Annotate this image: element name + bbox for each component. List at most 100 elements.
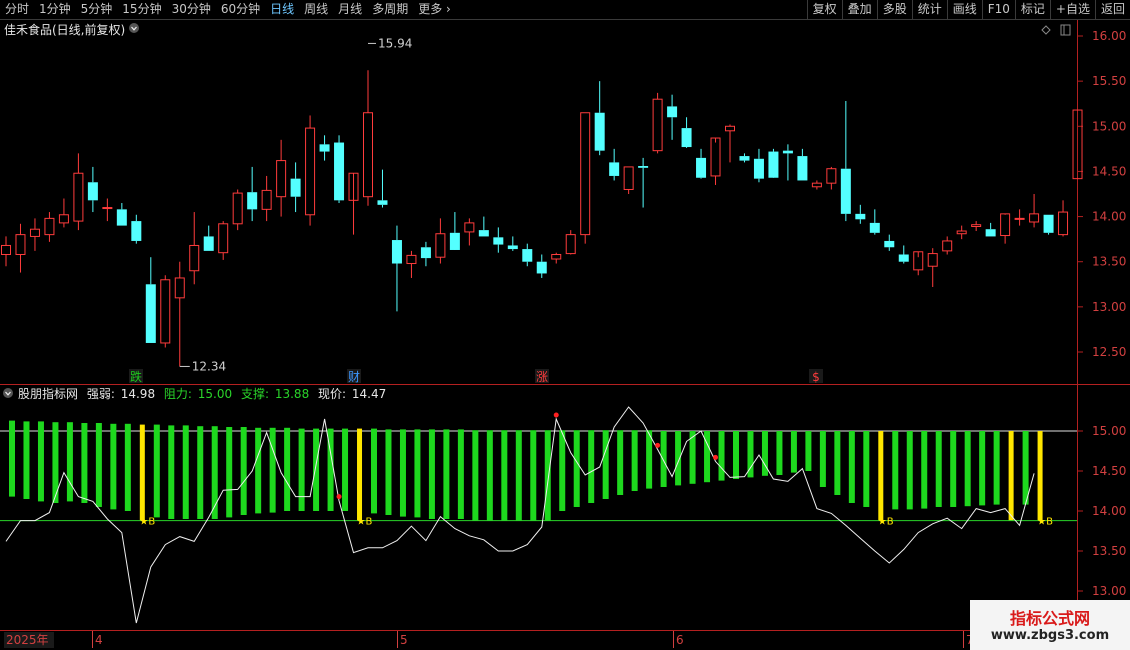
indicator-tick-label: 14.00 <box>1092 504 1126 518</box>
candle-body <box>478 230 489 237</box>
candle-body <box>739 156 750 161</box>
time-axis: 2025年 4 5 6 7 <box>4 631 974 648</box>
candle-body <box>609 162 620 176</box>
green-bar <box>269 427 276 513</box>
green-bar <box>342 428 349 511</box>
buy-star-icon: ★ <box>1037 517 1046 528</box>
candle-body <box>87 182 98 201</box>
candle-body <box>826 168 837 184</box>
strength-label: 强弱: <box>87 387 115 401</box>
indicator-dropdown-icon[interactable] <box>3 388 13 398</box>
green-bar <box>457 429 464 519</box>
candle-body <box>493 237 504 245</box>
stock-chart[interactable]: 佳禾食品(日线,前复权) 16.00 15.50 15.00 14.50 14.00 13… <box>0 0 1130 650</box>
candle-body <box>116 209 127 226</box>
candle-body <box>145 284 156 343</box>
sell-star-marker <box>553 412 559 418</box>
candle-body <box>449 232 460 250</box>
sell-star-marker <box>336 494 342 500</box>
watermark-url: www.zbgs3.com <box>990 628 1110 643</box>
candlesticks <box>1 70 1083 367</box>
candle-body <box>377 200 388 205</box>
layout-icons[interactable] <box>1041 24 1071 36</box>
green-bar <box>805 431 812 471</box>
candle-body <box>406 254 417 265</box>
green-bar <box>964 431 971 507</box>
green-bar <box>472 430 479 521</box>
green-bar <box>414 429 421 518</box>
green-bar <box>284 427 291 511</box>
candle-body <box>840 168 851 214</box>
price-tick-label: 13.00 <box>1092 300 1126 314</box>
price-value: 14.47 <box>352 387 386 401</box>
candle-body <box>73 172 84 222</box>
candle-body <box>247 192 258 210</box>
indicator-tick-label: 14.50 <box>1092 464 1126 478</box>
green-bar <box>37 421 44 502</box>
indicator-tick-label: 15.00 <box>1092 424 1126 438</box>
price-tick-label: 12.50 <box>1092 345 1126 359</box>
candle-body <box>218 223 229 254</box>
candle-body <box>232 192 243 225</box>
panel-toggle-icon[interactable] <box>1060 24 1071 36</box>
resist-value: 15.00 <box>198 387 232 401</box>
buy-star-icon: ★ <box>139 517 148 528</box>
green-bar <box>646 430 653 489</box>
green-bar <box>428 429 435 519</box>
event-label: 涨 <box>536 369 548 384</box>
green-bar <box>935 431 942 507</box>
green-bar <box>617 430 624 495</box>
svg-text:股朋指标网 强弱: 14.98: 股朋指标网 强弱: 14.98 阻力: 15.00 支撑: 13.88 现价: … <box>18 386 386 401</box>
candle-body <box>391 240 402 264</box>
price-tick-label: 13.50 <box>1092 255 1126 269</box>
candle-body <box>44 217 55 236</box>
candle-body <box>290 178 301 197</box>
candle-body <box>725 125 735 132</box>
watermark-title: 指标公式网 <box>1009 609 1090 628</box>
price-tick-label: 15.00 <box>1092 119 1126 133</box>
candle-body <box>1058 211 1069 236</box>
green-bar <box>313 428 320 511</box>
candle-body <box>1014 217 1025 220</box>
green-bar <box>168 425 175 519</box>
price-label: 现价: <box>318 387 346 401</box>
green-bar <box>573 430 580 507</box>
title-dropdown-icon[interactable] <box>129 23 139 33</box>
candle-body <box>623 166 634 190</box>
candle-body <box>58 214 69 224</box>
event-label: 财 <box>348 370 360 384</box>
candle-body <box>884 240 895 248</box>
green-bar <box>1022 431 1029 505</box>
candle-body <box>971 224 982 228</box>
candle-body <box>363 112 373 198</box>
candle-body <box>667 106 678 118</box>
green-bar <box>530 430 537 521</box>
candle-body <box>927 253 938 267</box>
candle-body <box>855 213 866 220</box>
event-label: 跌 <box>130 369 142 384</box>
support-label: 支撑: <box>241 386 269 401</box>
price-tick-label: 16.00 <box>1092 29 1126 43</box>
candle-body <box>102 207 113 210</box>
green-bar <box>182 425 189 519</box>
green-bar <box>819 431 826 487</box>
green-bar <box>921 431 928 509</box>
price-tick-label: 15.50 <box>1092 74 1126 88</box>
buy-marker-label: B <box>1046 517 1053 528</box>
green-bar <box>602 430 609 499</box>
green-bar <box>226 427 233 518</box>
green-bar <box>660 431 667 487</box>
green-bar <box>588 430 595 503</box>
yellow-bar <box>1008 431 1014 521</box>
green-bar <box>559 430 566 511</box>
buy-marker-label: B <box>366 517 373 528</box>
diamond-icon[interactable] <box>1041 25 1051 35</box>
candle-body <box>261 189 272 210</box>
candle-body <box>869 222 880 233</box>
candle-body <box>435 233 446 258</box>
indicator-tick-label: 13.50 <box>1092 544 1126 558</box>
strength-value: 14.98 <box>121 387 155 401</box>
candle-body <box>811 182 822 188</box>
candle-body <box>189 244 200 272</box>
candle-body <box>1029 213 1040 223</box>
